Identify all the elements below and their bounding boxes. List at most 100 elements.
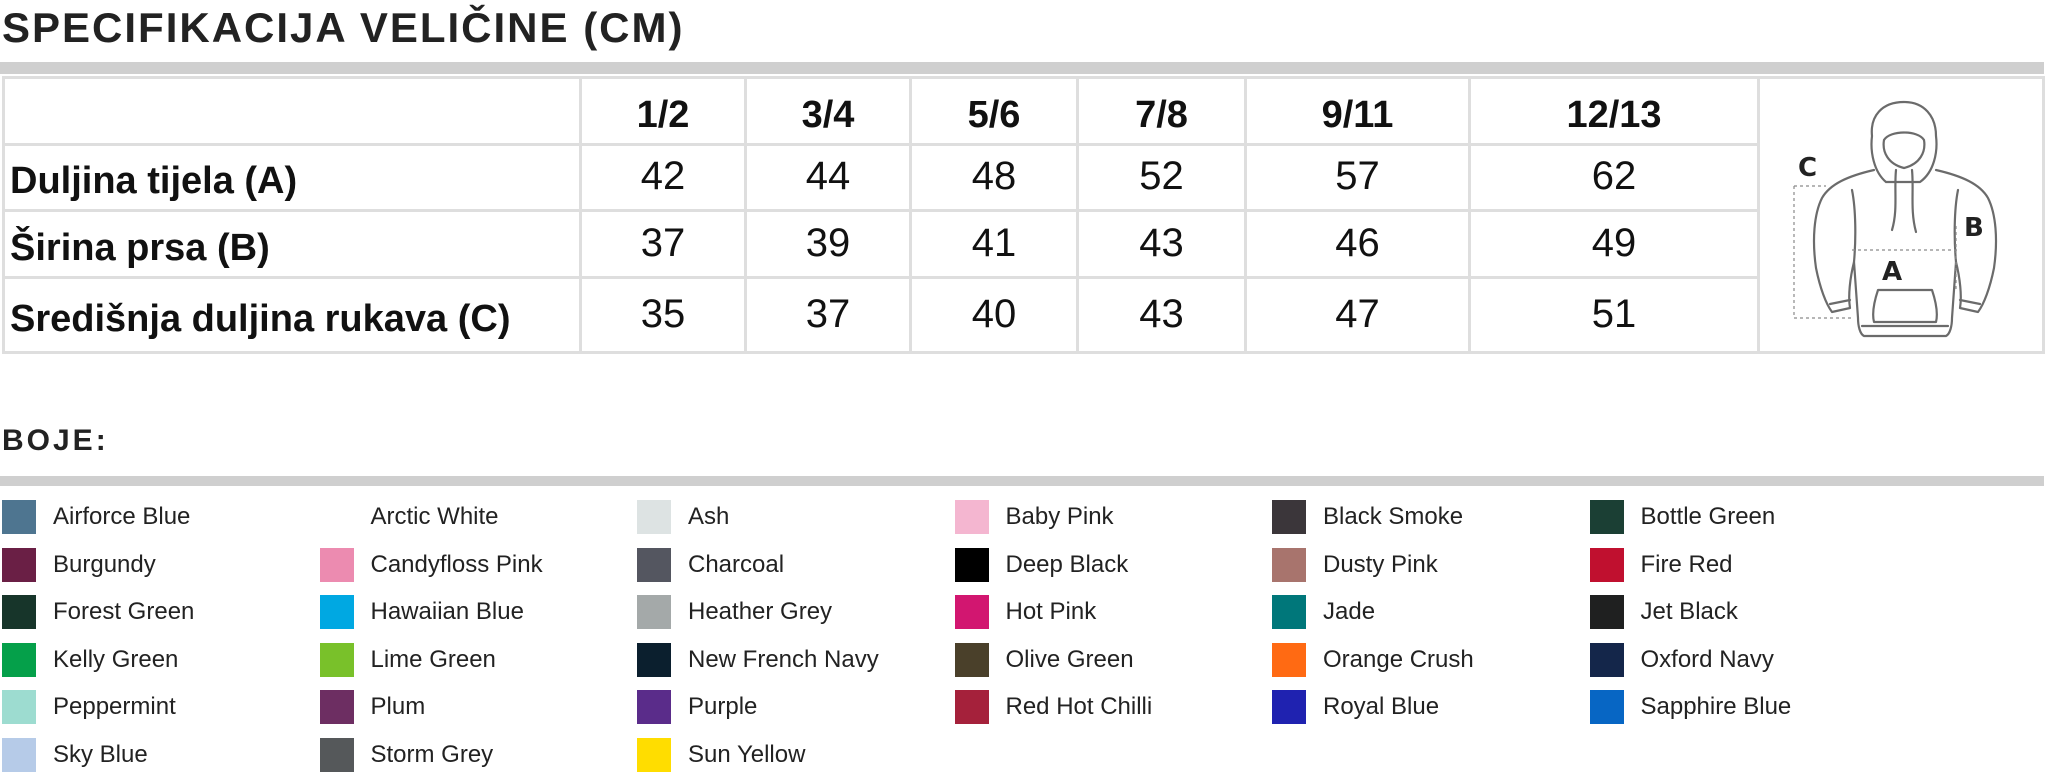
color-swatch: [954, 595, 989, 630]
color-swatch: [1589, 500, 1624, 534]
color-option: Baby Pink: [954, 500, 1114, 534]
hoodie-measurement-diagram-icon: C B A: [1793, 100, 1998, 338]
color-name: Orange Crush: [1323, 645, 1474, 673]
color-name: Deep Black: [1005, 550, 1129, 578]
header-empty-cell: [2, 76, 582, 146]
color-option: Black Smoke: [1272, 500, 1463, 534]
table-cell: 48: [909, 142, 1079, 213]
color-option: Forest Green: [2, 595, 195, 630]
color-option: Charcoal: [637, 547, 784, 582]
color-swatch: [2, 690, 36, 725]
page-title: SPECIFIKACIJA VELIČINE (CM): [2, 4, 685, 51]
hoodie-diagram-cell: C B A: [1757, 76, 2045, 354]
color-option: Candyfloss Pink: [319, 547, 543, 582]
color-swatch: [954, 642, 989, 677]
table-cell: 37: [579, 209, 747, 280]
table-cell: 43: [1076, 276, 1247, 354]
table-cell: 43: [1076, 209, 1247, 280]
diagram-label-c: C: [1798, 153, 1817, 183]
color-name: Dusty Pink: [1323, 550, 1438, 578]
color-swatch: [2, 500, 36, 534]
size-header: 7/8: [1076, 76, 1247, 146]
color-name: Sun Yellow: [688, 741, 806, 768]
color-option: Lime Green: [319, 642, 496, 677]
color-name: Fire Red: [1640, 550, 1733, 578]
color-swatch: [954, 690, 989, 725]
size-header-row: 1/2 3/4 5/6 7/8 9/11 12/13 C B A: [2, 76, 2045, 354]
table-cell: 47: [1244, 276, 1471, 354]
color-name: Purple: [688, 693, 758, 721]
color-name: Hawaiian Blue: [370, 598, 524, 626]
table-row: Širina prsa (B) 37 39 41 43 46 49: [2, 209, 2044, 280]
table-cell: 51: [1468, 276, 1760, 354]
color-option: Sapphire Blue: [1589, 690, 1791, 725]
color-name: Baby Pink: [1005, 503, 1114, 530]
table-cell: 37: [744, 276, 912, 354]
color-name: Oxford Navy: [1640, 645, 1774, 673]
color-name: Bottle Green: [1640, 503, 1776, 530]
table-cell: 57: [1244, 142, 1471, 213]
table-cell: 52: [1076, 142, 1247, 213]
color-swatch: [637, 690, 671, 725]
table-cell: 62: [1468, 142, 1760, 213]
color-option: Dusty Pink: [1272, 547, 1438, 582]
color-option: Plum: [319, 690, 426, 725]
row-label: Širina prsa (B): [2, 209, 582, 280]
table-row: Središnja duljina rukava (C) 35 37 40 43…: [2, 276, 2044, 354]
table-cell: 42: [579, 142, 747, 213]
table-cell: 44: [744, 142, 912, 213]
color-option: Jet Black: [1589, 595, 1738, 630]
color-swatch: [954, 500, 989, 534]
color-option: Jade: [1272, 595, 1376, 630]
color-option: Ash: [637, 500, 729, 534]
color-swatch: [637, 738, 671, 772]
size-header: 5/6: [909, 76, 1079, 146]
color-swatch: [1589, 690, 1624, 725]
color-option: Sky Blue: [2, 738, 148, 772]
color-swatch: [637, 642, 671, 677]
color-name: Plum: [370, 693, 426, 721]
color-option: Arctic White: [319, 500, 499, 534]
row-label: Središnja duljina rukava (C): [2, 276, 582, 354]
color-name: Black Smoke: [1323, 503, 1464, 530]
color-swatch: [319, 690, 354, 725]
table-cell: 40: [909, 276, 1079, 354]
color-option: Royal Blue: [1272, 690, 1440, 725]
color-name: Peppermint: [53, 693, 176, 721]
color-option: Purple: [637, 690, 758, 725]
color-name: Forest Green: [53, 598, 195, 626]
color-option: Orange Crush: [1272, 642, 1474, 677]
color-swatch: [2, 547, 36, 582]
color-swatch: [637, 500, 671, 534]
size-table: 1/2 3/4 5/6 7/8 9/11 12/13 C B A Duljina…: [2, 76, 2045, 354]
color-option: Fire Red: [1589, 547, 1733, 582]
color-name: Arctic White: [370, 503, 499, 530]
color-name: Royal Blue: [1323, 693, 1440, 721]
title-divider: [0, 62, 2044, 74]
color-name: Candyfloss Pink: [370, 550, 543, 578]
color-swatch: [637, 595, 671, 630]
table-cell: 35: [579, 276, 747, 354]
color-swatch: [319, 500, 354, 534]
color-option: Hawaiian Blue: [319, 595, 524, 630]
color-option: Sun Yellow: [637, 738, 805, 772]
table-cell: 41: [909, 209, 1079, 280]
size-header: 3/4: [744, 76, 912, 146]
color-swatch: [1272, 595, 1306, 630]
color-name: Storm Grey: [370, 741, 494, 768]
color-option: Heather Grey: [637, 595, 832, 630]
color-swatch: [1272, 690, 1306, 725]
color-option: Peppermint: [2, 690, 176, 725]
color-swatch: [1589, 642, 1624, 677]
color-option: Airforce Blue: [2, 500, 190, 534]
color-name: Sky Blue: [53, 741, 148, 768]
color-name: Airforce Blue: [53, 503, 191, 530]
color-swatch: [319, 547, 354, 582]
color-option: Kelly Green: [2, 642, 178, 677]
color-name: Jade: [1323, 598, 1376, 626]
color-option: Olive Green: [954, 642, 1134, 677]
color-swatch: [2, 642, 36, 677]
table-cell: 39: [744, 209, 912, 280]
color-swatch: [319, 642, 354, 677]
color-option: Burgundy: [2, 547, 156, 582]
